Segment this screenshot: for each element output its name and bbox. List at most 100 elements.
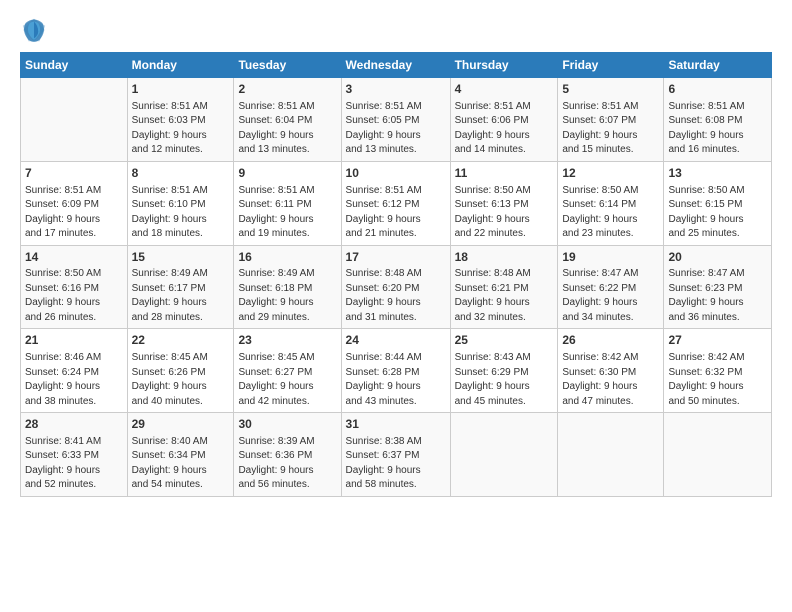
day-cell — [21, 78, 128, 162]
day-cell: 21Sunrise: 8:46 AM Sunset: 6:24 PM Dayli… — [21, 329, 128, 413]
day-cell: 2 Sunrise: 8:51 AM Sunset: 6:04 PM Daylig… — [234, 78, 341, 162]
day-number: 16 — [238, 249, 336, 266]
day-number: 3 — [346, 81, 446, 98]
day-cell: 18Sunrise: 8:48 AM Sunset: 6:21 PM Dayli… — [450, 245, 558, 329]
day-number: 15 — [132, 249, 230, 266]
day-info: Sunrise: 8:50 AM Sunset: 6:14 PM Dayligh… — [562, 184, 659, 242]
week-row: 1 Sunrise: 8:51 AM Sunset: 6:03 PM Daylig… — [21, 78, 772, 162]
week-row: 14Sunrise: 8:50 AM Sunset: 6:16 PM Dayli… — [21, 245, 772, 329]
day-info: Sunrise: 8:51 AM Sunset: 6:10 PM Dayligh… — [132, 184, 230, 242]
day-number: 19 — [562, 249, 659, 266]
day-number: 1 — [132, 81, 230, 98]
day-cell: 27 Sunrise: 8:42 AM Sunset: 6:32 PM Dayli… — [664, 329, 772, 413]
day-number: 31 — [346, 416, 446, 433]
day-cell — [664, 413, 772, 497]
day-info: Sunrise: 8:47 AM Sunset: 6:23 PM Dayligh… — [668, 267, 767, 325]
day-cell: 20Sunrise: 8:47 AM Sunset: 6:23 PM Dayli… — [664, 245, 772, 329]
day-info: Sunrise: 8:48 AM Sunset: 6:21 PM Dayligh… — [455, 267, 554, 325]
page: SundayMondayTuesdayWednesdayThursdayFrid… — [0, 0, 792, 612]
day-info: Sunrise: 8:51 AM Sunset: 6:06 PM Dayligh… — [455, 100, 554, 158]
day-number: 27 — [668, 332, 767, 349]
day-info: Sunrise: 8:39 AM Sunset: 6:36 PM Dayligh… — [238, 435, 336, 493]
day-info: Sunrise: 8:48 AM Sunset: 6:20 PM Dayligh… — [346, 267, 446, 325]
day-cell: 15Sunrise: 8:49 AM Sunset: 6:17 PM Dayli… — [127, 245, 234, 329]
header-cell-thursday: Thursday — [450, 53, 558, 78]
day-number: 13 — [668, 165, 767, 182]
week-row: 21Sunrise: 8:46 AM Sunset: 6:24 PM Dayli… — [21, 329, 772, 413]
day-number: 6 — [668, 81, 767, 98]
day-cell: 16Sunrise: 8:49 AM Sunset: 6:18 PM Dayli… — [234, 245, 341, 329]
day-info: Sunrise: 8:51 AM Sunset: 6:12 PM Dayligh… — [346, 184, 446, 242]
day-number: 2 — [238, 81, 336, 98]
day-cell: 3 Sunrise: 8:51 AM Sunset: 6:05 PM Daylig… — [341, 78, 450, 162]
day-info: Sunrise: 8:44 AM Sunset: 6:28 PM Dayligh… — [346, 351, 446, 409]
day-number: 7 — [25, 165, 123, 182]
day-number: 10 — [346, 165, 446, 182]
day-info: Sunrise: 8:49 AM Sunset: 6:17 PM Dayligh… — [132, 267, 230, 325]
week-row: 7 Sunrise: 8:51 AM Sunset: 6:09 PM Daylig… — [21, 161, 772, 245]
day-number: 21 — [25, 332, 123, 349]
day-number: 30 — [238, 416, 336, 433]
day-info: Sunrise: 8:50 AM Sunset: 6:13 PM Dayligh… — [455, 184, 554, 242]
day-number: 8 — [132, 165, 230, 182]
header-row: SundayMondayTuesdayWednesdayThursdayFrid… — [21, 53, 772, 78]
day-info: Sunrise: 8:50 AM Sunset: 6:16 PM Dayligh… — [25, 267, 123, 325]
day-cell: 19Sunrise: 8:47 AM Sunset: 6:22 PM Dayli… — [558, 245, 664, 329]
day-cell: 29Sunrise: 8:40 AM Sunset: 6:34 PM Dayli… — [127, 413, 234, 497]
day-info: Sunrise: 8:40 AM Sunset: 6:34 PM Dayligh… — [132, 435, 230, 493]
day-cell: 25 Sunrise: 8:43 AM Sunset: 6:29 PM Dayli… — [450, 329, 558, 413]
day-cell: 24Sunrise: 8:44 AM Sunset: 6:28 PM Dayli… — [341, 329, 450, 413]
day-number: 17 — [346, 249, 446, 266]
day-number: 20 — [668, 249, 767, 266]
day-cell: 8 Sunrise: 8:51 AM Sunset: 6:10 PM Daylig… — [127, 161, 234, 245]
day-info: Sunrise: 8:42 AM Sunset: 6:32 PM Dayligh… — [668, 351, 767, 409]
day-info: Sunrise: 8:49 AM Sunset: 6:18 PM Dayligh… — [238, 267, 336, 325]
logo — [20, 16, 52, 44]
day-info: Sunrise: 8:43 AM Sunset: 6:29 PM Dayligh… — [455, 351, 554, 409]
header — [20, 16, 772, 44]
day-cell: 30 Sunrise: 8:39 AM Sunset: 6:36 PM Dayli… — [234, 413, 341, 497]
day-number: 18 — [455, 249, 554, 266]
day-info: Sunrise: 8:51 AM Sunset: 6:03 PM Dayligh… — [132, 100, 230, 158]
day-info: Sunrise: 8:50 AM Sunset: 6:15 PM Dayligh… — [668, 184, 767, 242]
day-number: 25 — [455, 332, 554, 349]
day-cell: 31 Sunrise: 8:38 AM Sunset: 6:37 PM Dayli… — [341, 413, 450, 497]
day-info: Sunrise: 8:45 AM Sunset: 6:26 PM Dayligh… — [132, 351, 230, 409]
day-info: Sunrise: 8:47 AM Sunset: 6:22 PM Dayligh… — [562, 267, 659, 325]
day-info: Sunrise: 8:51 AM Sunset: 6:08 PM Dayligh… — [668, 100, 767, 158]
day-info: Sunrise: 8:42 AM Sunset: 6:30 PM Dayligh… — [562, 351, 659, 409]
header-cell-wednesday: Wednesday — [341, 53, 450, 78]
day-info: Sunrise: 8:51 AM Sunset: 6:09 PM Dayligh… — [25, 184, 123, 242]
day-cell: 9 Sunrise: 8:51 AM Sunset: 6:11 PM Daylig… — [234, 161, 341, 245]
day-info: Sunrise: 8:51 AM Sunset: 6:05 PM Dayligh… — [346, 100, 446, 158]
day-info: Sunrise: 8:41 AM Sunset: 6:33 PM Dayligh… — [25, 435, 123, 493]
day-cell: 26 Sunrise: 8:42 AM Sunset: 6:30 PM Dayli… — [558, 329, 664, 413]
logo-icon — [20, 16, 48, 44]
day-cell: 17Sunrise: 8:48 AM Sunset: 6:20 PM Dayli… — [341, 245, 450, 329]
day-cell: 11 Sunrise: 8:50 AM Sunset: 6:13 PM Dayli… — [450, 161, 558, 245]
day-number: 9 — [238, 165, 336, 182]
day-cell: 14Sunrise: 8:50 AM Sunset: 6:16 PM Dayli… — [21, 245, 128, 329]
day-number: 5 — [562, 81, 659, 98]
week-row: 28Sunrise: 8:41 AM Sunset: 6:33 PM Dayli… — [21, 413, 772, 497]
header-cell-saturday: Saturday — [664, 53, 772, 78]
day-info: Sunrise: 8:38 AM Sunset: 6:37 PM Dayligh… — [346, 435, 446, 493]
day-number: 26 — [562, 332, 659, 349]
day-cell: 13 Sunrise: 8:50 AM Sunset: 6:15 PM Dayli… — [664, 161, 772, 245]
day-cell: 28Sunrise: 8:41 AM Sunset: 6:33 PM Dayli… — [21, 413, 128, 497]
day-info: Sunrise: 8:45 AM Sunset: 6:27 PM Dayligh… — [238, 351, 336, 409]
header-cell-sunday: Sunday — [21, 53, 128, 78]
day-cell: 1 Sunrise: 8:51 AM Sunset: 6:03 PM Daylig… — [127, 78, 234, 162]
day-cell: 5 Sunrise: 8:51 AM Sunset: 6:07 PM Daylig… — [558, 78, 664, 162]
day-number: 22 — [132, 332, 230, 349]
day-number: 14 — [25, 249, 123, 266]
day-cell: 4Sunrise: 8:51 AM Sunset: 6:06 PM Daylig… — [450, 78, 558, 162]
day-cell: 10 Sunrise: 8:51 AM Sunset: 6:12 PM Dayli… — [341, 161, 450, 245]
day-cell: 22 Sunrise: 8:45 AM Sunset: 6:26 PM Dayli… — [127, 329, 234, 413]
day-info: Sunrise: 8:51 AM Sunset: 6:07 PM Dayligh… — [562, 100, 659, 158]
day-number: 11 — [455, 165, 554, 182]
day-cell: 23Sunrise: 8:45 AM Sunset: 6:27 PM Dayli… — [234, 329, 341, 413]
day-cell: 7 Sunrise: 8:51 AM Sunset: 6:09 PM Daylig… — [21, 161, 128, 245]
day-info: Sunrise: 8:51 AM Sunset: 6:11 PM Dayligh… — [238, 184, 336, 242]
day-info: Sunrise: 8:51 AM Sunset: 6:04 PM Dayligh… — [238, 100, 336, 158]
